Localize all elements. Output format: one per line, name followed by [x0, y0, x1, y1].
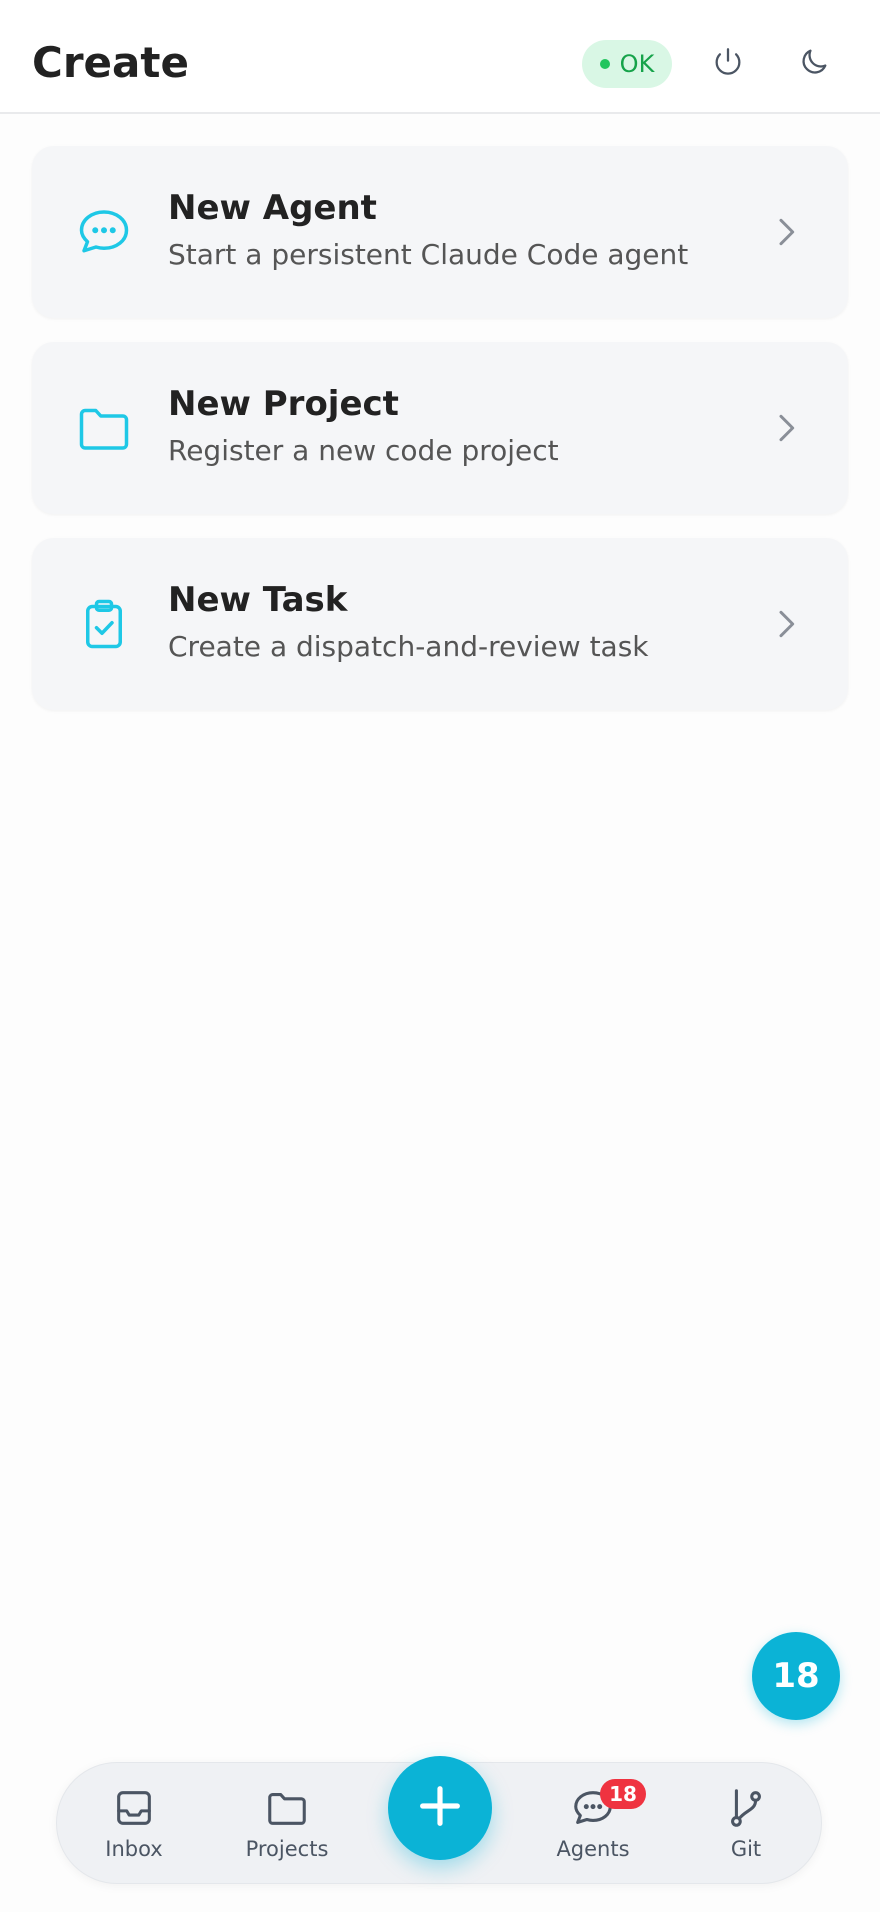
folder-icon	[264, 1785, 310, 1831]
status-label: OK	[619, 50, 655, 78]
theme-toggle-button[interactable]	[790, 40, 838, 88]
nav-label: Projects	[245, 1837, 329, 1861]
top-header: Create OK	[0, 0, 880, 114]
status-dot	[599, 59, 610, 69]
power-icon	[711, 45, 745, 83]
chevron-right-icon	[766, 604, 806, 644]
nav-item-projects[interactable]: Projects	[232, 1763, 342, 1885]
card-subtitle: Create a dispatch-and-review task	[168, 630, 649, 663]
card-subtitle: Start a persistent Claude Code agent	[168, 238, 689, 271]
git-branch-icon	[723, 1785, 769, 1831]
create-fab-button[interactable]	[388, 1756, 492, 1860]
chat-bubble-icon	[74, 202, 134, 262]
nav-label: Inbox	[105, 1837, 163, 1861]
card-subtitle: Register a new code project	[168, 434, 559, 467]
plus-icon	[414, 1780, 466, 1836]
new-agent-card[interactable]: New Agent Start a persistent Claude Code…	[32, 146, 848, 318]
nav-item-git[interactable]: Git	[691, 1763, 801, 1885]
app-root: Create OK New Agent Start a persistent C…	[0, 0, 880, 1912]
nav-item-inbox[interactable]: Inbox	[79, 1763, 189, 1885]
card-title: New Agent	[168, 188, 377, 228]
nav-label: Agents	[556, 1837, 630, 1861]
clipboard-check-icon	[74, 594, 134, 654]
page-title: Create	[32, 38, 189, 87]
status-badge[interactable]: OK	[582, 40, 672, 88]
folder-icon	[74, 398, 134, 458]
moon-icon	[797, 45, 831, 83]
floating-agent-count-button[interactable]: 18	[752, 1632, 840, 1720]
inbox-icon	[111, 1785, 157, 1831]
create-options-list: New Agent Start a persistent Claude Code…	[32, 146, 848, 734]
chevron-right-icon	[766, 408, 806, 448]
power-button[interactable]	[704, 40, 752, 88]
nav-label: Git	[730, 1837, 762, 1861]
card-title: New Task	[168, 580, 348, 620]
new-task-card[interactable]: New Task Create a dispatch-and-review ta…	[32, 538, 848, 710]
card-title: New Project	[168, 384, 399, 424]
chat-bubble-icon: 18	[570, 1779, 646, 1831]
new-project-card[interactable]: New Project Register a new code project	[32, 342, 848, 514]
agents-count-badge: 18	[600, 1779, 646, 1809]
nav-item-agents[interactable]: 18 Agents	[538, 1763, 648, 1885]
chevron-right-icon	[766, 212, 806, 252]
